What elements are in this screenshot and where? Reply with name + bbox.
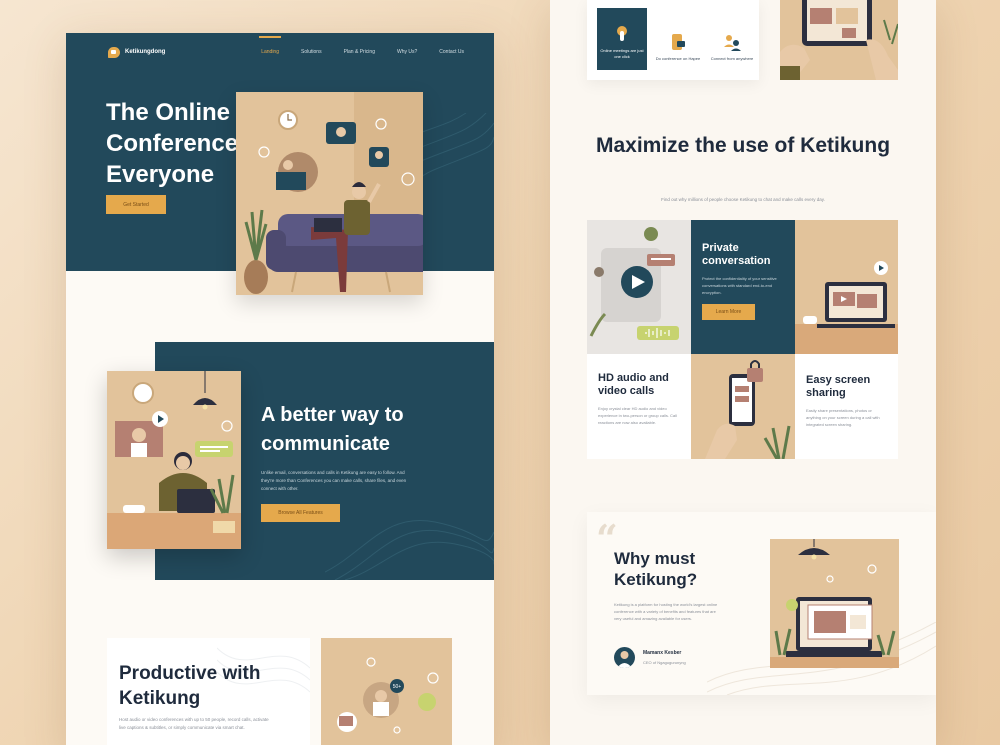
chat-bubble-logo-icon <box>108 46 120 58</box>
top-nav: Ketikungdong Landing Solutions Plan & Pr… <box>108 36 464 59</box>
communicate-illustration <box>107 371 241 549</box>
participants-badge: 50+ <box>393 684 402 690</box>
nav-item-solutions[interactable]: Solutions <box>301 49 322 55</box>
tablet-illustration <box>780 0 899 80</box>
lock-icon <box>747 368 763 382</box>
nav-item-why-us[interactable]: Why Us? <box>397 49 417 55</box>
why-illustration <box>770 539 899 668</box>
feature-label: Online meetings are just one click <box>600 48 644 59</box>
communicate-title: A better way to communicate <box>261 404 404 455</box>
author-role: CEO of Ngagugurunyng <box>643 660 686 665</box>
private-conversation-card: Private conversation Protect the confide… <box>691 220 795 354</box>
author-name: Mamanx Kesber <box>643 650 682 656</box>
landing-page-left: Ketikungdong Landing Solutions Plan & Pr… <box>66 33 494 745</box>
why-description: Ketikung is a platform for hosting the w… <box>614 602 718 621</box>
hero-illustration <box>236 92 444 295</box>
feature-tile-anywhere[interactable]: Connect from anywhere <box>705 0 759 80</box>
learn-more-button[interactable]: Learn More <box>702 304 755 320</box>
nav-item-contact[interactable]: Contact Us <box>439 49 464 55</box>
communicate-description: Unlike email, conversations and calls in… <box>261 470 407 491</box>
private-title: Private conversation <box>702 242 771 267</box>
productive-description: Host audio or video conferences with up … <box>119 717 269 730</box>
brand-name: Ketikungdong <box>125 49 166 55</box>
screen-share-illustration <box>795 220 898 354</box>
hd-title: HD audio and video calls <box>598 372 669 397</box>
features-grid: Private conversation Protect the confide… <box>587 220 898 459</box>
wave-lines-decoration <box>325 520 494 580</box>
avatar <box>614 647 635 668</box>
nav-item-landing[interactable]: Landing <box>259 36 281 55</box>
brand-logo[interactable]: Ketikungdong <box>108 46 166 58</box>
private-description: Protect the confidentiality of your sens… <box>702 276 777 295</box>
screen-sharing-card: Easy screen sharing Easily share present… <box>795 354 898 459</box>
screen-title: Easy screen sharing <box>806 374 871 399</box>
feature-label: Do conference on Hapee <box>655 56 701 61</box>
hd-description: Enjoy crystal clear HD audio and video e… <box>598 406 677 425</box>
landing-page-right: Online meetings are just one click Do co… <box>550 0 936 745</box>
hd-calls-card: HD audio and video calls Enjoy crystal c… <box>587 354 691 459</box>
feature-tile-one-click[interactable]: Online meetings are just one click <box>597 8 647 70</box>
why-title: Why must Ketikung? <box>614 549 698 589</box>
feature-tile-conference[interactable]: Do conference on Hapee <box>651 0 705 80</box>
phone-video-icon <box>672 34 685 50</box>
feature-label: Connect from anywhere <box>710 56 754 61</box>
maximize-title: Maximize the use of Ketikung <box>595 134 891 157</box>
nav-menu: Landing Solutions Plan & Pricing Why Us?… <box>259 36 464 55</box>
people-icon <box>724 35 741 51</box>
get-started-button[interactable]: Get Started <box>106 195 166 214</box>
screen-description: Easily share presentations, photos or an… <box>806 408 880 427</box>
maximize-subtitle: Find out why millions of people choose K… <box>661 197 825 202</box>
productive-illustration: 50+ <box>321 638 452 745</box>
video-chat-illustration <box>587 220 691 354</box>
browse-features-button[interactable]: Browse All Features <box>261 504 340 522</box>
phone-lock-illustration <box>691 354 795 459</box>
quick-features-card: Online meetings are just one click Do co… <box>587 0 759 80</box>
pointer-icon <box>617 26 627 41</box>
productive-title: Productive with Ketikung <box>119 663 261 709</box>
nav-item-pricing[interactable]: Plan & Pricing <box>344 49 375 55</box>
